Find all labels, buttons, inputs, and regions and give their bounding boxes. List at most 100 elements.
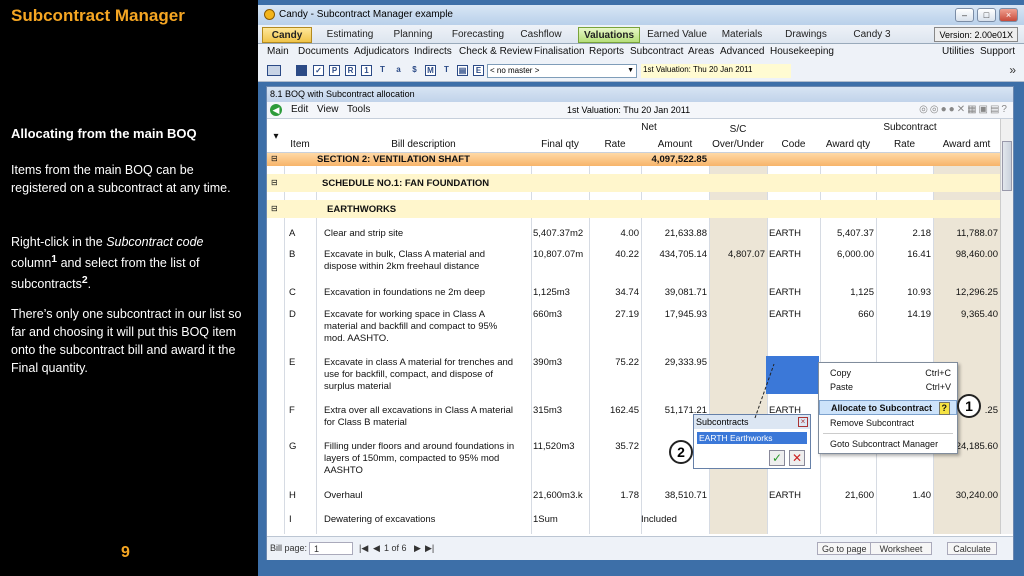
menu-indirects[interactable]: Indirects: [414, 45, 452, 59]
cell-amount[interactable]: 29,333.95: [641, 357, 707, 369]
cell-award-amt[interactable]: 9,365.40: [933, 309, 998, 321]
cell-desc3[interactable]: mod. AASHTO.: [324, 333, 389, 345]
cell-award-qty[interactable]: 6,000.00: [820, 249, 874, 261]
cell-award-amt[interactable]: 11,788.07: [933, 228, 998, 240]
cell-amount[interactable]: 434,705.14: [641, 249, 707, 261]
tab-candy[interactable]: Candy: [262, 27, 312, 43]
cell-item[interactable]: G: [289, 441, 296, 453]
cell-desc1[interactable]: Dewatering of excavations: [324, 514, 435, 526]
export-icon[interactable]: E: [473, 65, 484, 76]
cell-award-amt[interactable]: 30,240.00: [933, 490, 998, 502]
last-page-icon[interactable]: ▶|: [425, 542, 434, 555]
menu-areas[interactable]: Areas: [688, 45, 714, 59]
previous-page-icon[interactable]: ◀: [373, 542, 380, 555]
vertical-scrollbar[interactable]: [1000, 119, 1013, 534]
menu-adjudicators[interactable]: Adjudicators: [354, 45, 409, 59]
cell-desc1[interactable]: Filling under floors and around foundati…: [324, 441, 514, 453]
cell-rate[interactable]: 40.22: [589, 249, 639, 261]
tab-drawings[interactable]: Drawings: [780, 27, 832, 43]
scroll-thumb[interactable]: [1002, 141, 1012, 191]
layers-icon[interactable]: [296, 65, 307, 76]
cell-desc1[interactable]: Extra over all excavations in Class A ma…: [324, 405, 513, 417]
subcontract-option-earth[interactable]: EARTH Earthworks: [697, 432, 807, 444]
cell-amount[interactable]: 39,081.71: [641, 287, 707, 299]
back-arrow-icon[interactable]: ◀: [270, 104, 282, 116]
cell-qty[interactable]: 1Sum: [533, 514, 587, 526]
menu-housekeeping[interactable]: Housekeeping: [770, 45, 834, 59]
cell-qty[interactable]: 315m3: [533, 405, 587, 417]
table-row[interactable]: I Dewatering of excavations 1Sum Included: [267, 512, 1000, 530]
cell-item[interactable]: C: [289, 287, 296, 299]
cell-amount[interactable]: Included: [641, 514, 707, 526]
cell-code[interactable]: EARTH: [769, 249, 819, 261]
cell-desc2[interactable]: material and backfill and compact to 95%: [324, 321, 497, 333]
cell-sc-rate[interactable]: 1.40: [876, 490, 932, 502]
menu-item-goto-subcontract-manager[interactable]: Goto Subcontract Manager: [819, 437, 957, 452]
cell-item[interactable]: D: [289, 309, 296, 321]
menu-edit[interactable]: Edit: [291, 104, 308, 115]
menu-item-remove-subcontract[interactable]: Remove Subcontract: [819, 416, 957, 431]
subwindow-tool-icons[interactable]: ◎◎●●✕▦▣▤?: [919, 104, 1009, 115]
schedule-row[interactable]: ⊟ SCHEDULE NO.1: FAN FOUNDATION: [267, 174, 1000, 192]
sort-icon[interactable]: ▾: [269, 131, 283, 142]
r-box-icon[interactable]: R: [345, 65, 356, 76]
menu-item-copy[interactable]: Copy Ctrl+C: [819, 366, 957, 381]
check-box-icon[interactable]: ✓: [313, 65, 324, 76]
cell-qty[interactable]: 11,520m3: [533, 441, 587, 453]
cell-amount[interactable]: 17,945.93: [641, 309, 707, 321]
menu-subcontract[interactable]: Subcontract: [630, 45, 683, 59]
first-page-icon[interactable]: |◀: [359, 542, 368, 555]
column-code[interactable]: Code: [767, 139, 820, 150]
bill-page-input[interactable]: 1: [309, 542, 353, 555]
collapse-icon[interactable]: ⊟: [271, 203, 278, 215]
cell-desc2[interactable]: dispose within 2km freehaul distance: [324, 261, 479, 273]
popup-close-icon[interactable]: ×: [798, 417, 808, 427]
next-page-icon[interactable]: ▶: [414, 542, 421, 555]
tab-forecasting[interactable]: Forecasting: [448, 27, 508, 43]
maximize-icon[interactable]: □: [977, 8, 996, 22]
tab-earned-value[interactable]: Earned Value: [646, 27, 708, 43]
collapse-icon[interactable]: ⊟: [271, 177, 278, 189]
column-sc-rate[interactable]: Rate: [876, 139, 933, 150]
text-size-icon[interactable]: T: [377, 65, 388, 76]
menu-support[interactable]: Support: [980, 45, 1015, 59]
cell-rate[interactable]: 75.22: [589, 357, 639, 369]
printer-icon[interactable]: ▤: [457, 65, 468, 76]
building-icon[interactable]: M: [425, 65, 436, 76]
monitor-icon[interactable]: [267, 65, 281, 76]
toolbar-overflow-icon[interactable]: »: [1009, 63, 1016, 77]
cell-item[interactable]: A: [289, 228, 295, 240]
tab-cashflow[interactable]: Cashflow: [516, 27, 566, 43]
cell-item[interactable]: B: [289, 249, 295, 261]
menu-tools[interactable]: Tools: [347, 104, 370, 115]
cell-rate[interactable]: 34.74: [589, 287, 639, 299]
cell-desc1[interactable]: Excavate in class A material for trenche…: [324, 357, 513, 369]
cell-award-amt[interactable]: 98,460.00: [933, 249, 998, 261]
table-row[interactable]: A Clear and strip site 5,407.37m2 4.00 21,63…: [267, 226, 1000, 244]
close-icon[interactable]: ×: [999, 8, 1018, 22]
cell-code[interactable]: EARTH: [769, 309, 819, 321]
table-row[interactable]: C Excavation in foundations ne 2m deep 1,1…: [267, 285, 1000, 303]
cell-item[interactable]: E: [289, 357, 295, 369]
cell-code[interactable]: EARTH: [769, 228, 819, 240]
tab-candy-3[interactable]: Candy 3: [850, 27, 894, 43]
cell-award-qty[interactable]: 5,407.37: [820, 228, 874, 240]
cell-amount[interactable]: 38,510.71: [641, 490, 707, 502]
column-final-qty[interactable]: Final qty: [531, 139, 589, 150]
cell-code[interactable]: EARTH: [769, 490, 819, 502]
minimize-icon[interactable]: –: [955, 8, 974, 22]
menu-view[interactable]: View: [317, 104, 339, 115]
cell-qty[interactable]: 21,600m3.k: [533, 490, 587, 502]
table-row[interactable]: B Excavate in bulk, Class A material and d…: [267, 247, 1000, 277]
one-box-icon[interactable]: 1: [361, 65, 372, 76]
menu-advanced[interactable]: Advanced: [720, 45, 764, 59]
tab-materials[interactable]: Materials: [716, 27, 768, 43]
menu-item-paste[interactable]: Paste Ctrl+V: [819, 380, 957, 395]
cell-sc-rate[interactable]: 2.18: [876, 228, 932, 240]
cell-desc1[interactable]: Excavate for working space in Class A: [324, 309, 485, 321]
cell-desc1[interactable]: Clear and strip site: [324, 228, 403, 240]
cell-sc-rate[interactable]: 14.19: [876, 309, 931, 321]
column-description[interactable]: Bill description: [316, 139, 531, 150]
worksheet-button[interactable]: Worksheet: [870, 542, 932, 555]
version-button[interactable]: Version: 2.00e01X: [934, 27, 1018, 42]
